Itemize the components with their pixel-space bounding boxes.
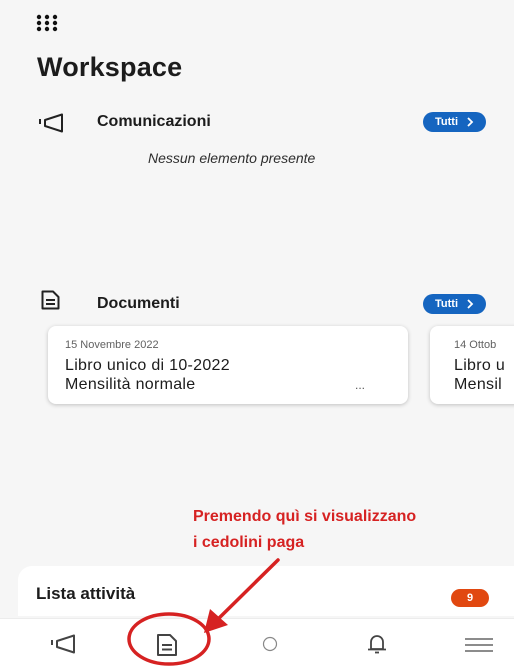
- hamburger-icon[interactable]: [465, 638, 493, 652]
- grid-icon[interactable]: [36, 14, 58, 32]
- screen-edge: [514, 0, 520, 670]
- document-icon: [41, 290, 60, 310]
- chevron-right-icon: [467, 117, 474, 127]
- document-subtitle: Mensil: [454, 376, 503, 393]
- comunicazioni-label: Comunicazioni: [97, 113, 211, 130]
- annotation-line-2: i cedolini paga: [193, 534, 305, 551]
- circle-icon[interactable]: [262, 636, 278, 652]
- documenti-all-label: Tutti: [435, 298, 459, 310]
- bottom-nav: [0, 618, 520, 671]
- document-date: 15 Novembre 2022: [65, 339, 159, 351]
- task-list-panel[interactable]: Lista attività 9: [18, 566, 520, 616]
- documenti-all-button[interactable]: Tutti: [423, 294, 487, 314]
- document-card[interactable]: 15 Novembre 2022 Libro unico di 10-2022 …: [48, 326, 408, 404]
- megaphone-icon: [39, 113, 63, 133]
- comunicazioni-all-label: Tutti: [435, 116, 459, 128]
- app-screen: Workspace Comunicazioni Tutti Nessun ele…: [0, 0, 520, 671]
- annotation-line-1: Premendo quì si visualizzano: [193, 508, 417, 525]
- document-title: Libro unico di 10-2022: [65, 357, 230, 374]
- megaphone-icon[interactable]: [50, 633, 78, 655]
- document-date: 14 Ottob: [454, 339, 497, 351]
- document-subtitle: Mensilità normale: [65, 376, 196, 393]
- document-card[interactable]: 14 Ottob Libro u Mensil: [430, 326, 520, 404]
- documenti-label: Documenti: [97, 295, 180, 312]
- highlight-circle: [127, 612, 211, 666]
- comunicazioni-all-button[interactable]: Tutti: [423, 112, 487, 132]
- annotation-text: Premendo quì si visualizzano i cedolini …: [193, 504, 513, 556]
- chevron-right-icon: [467, 299, 474, 309]
- empty-state-text: Nessun elemento presente: [148, 150, 316, 166]
- document-title: Libro u: [454, 357, 506, 374]
- page-title: Workspace: [37, 52, 183, 82]
- bell-icon[interactable]: [367, 632, 387, 656]
- document-more-button[interactable]: ...: [355, 378, 365, 392]
- task-count-badge: 9: [451, 589, 489, 607]
- task-list-title: Lista attività: [36, 584, 136, 603]
